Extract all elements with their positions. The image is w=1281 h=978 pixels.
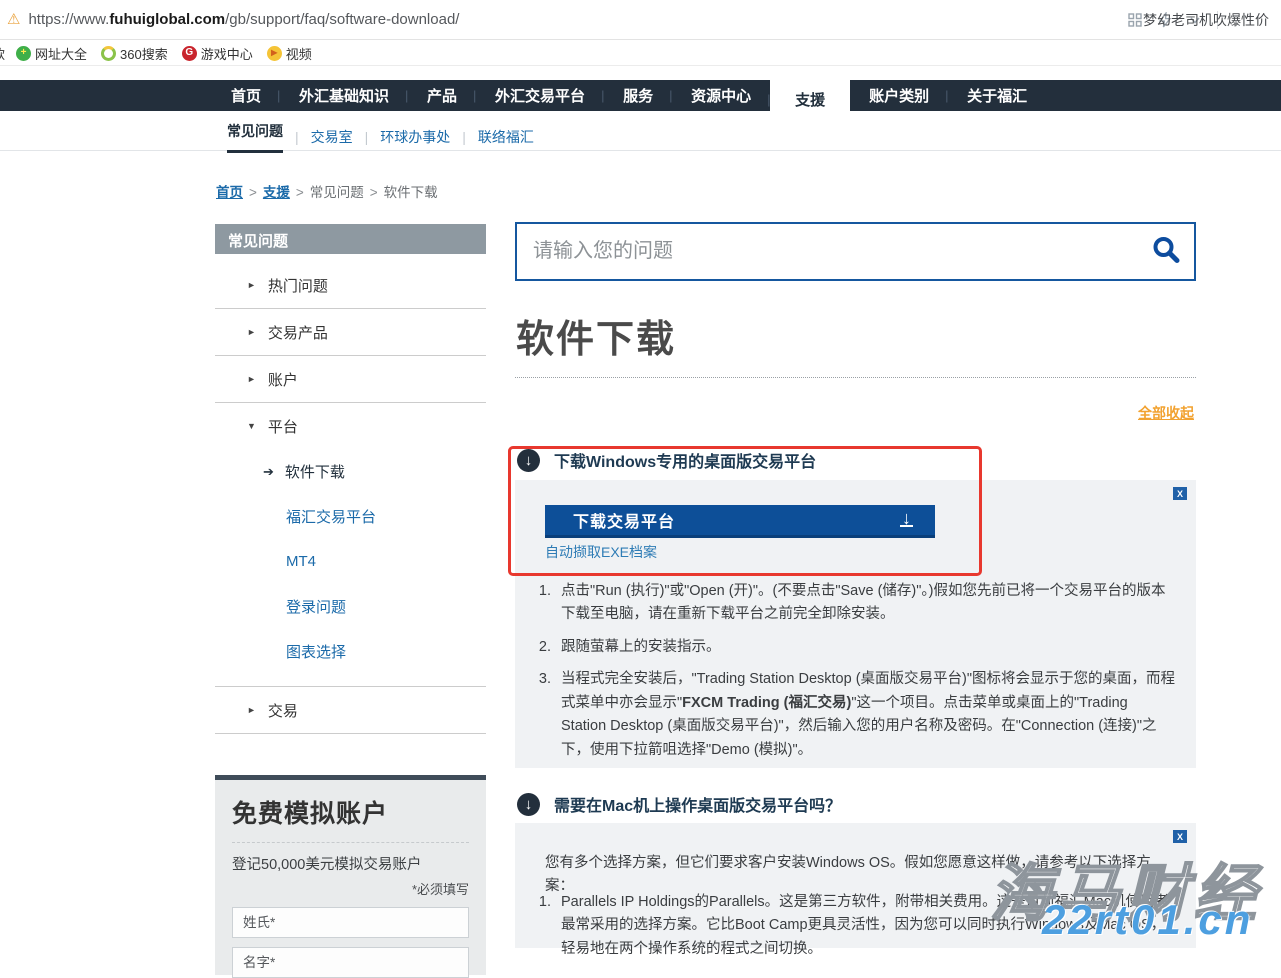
chevron-down-icon: ▼ xyxy=(247,421,256,431)
bookmark-video[interactable]: ▶ 视频 xyxy=(267,44,312,63)
subnav-trading-room[interactable]: 交易室 xyxy=(311,127,353,147)
chevron-right-icon: ► xyxy=(247,327,256,337)
mac-options-list: Parallels IP Holdings的Parallels。这是第三方软件，… xyxy=(555,891,1175,970)
bookmark-wangzhi[interactable]: + 网址大全 xyxy=(16,44,87,63)
sidebar-item-trading[interactable]: ► 交易 xyxy=(215,687,486,733)
exe-download-link[interactable]: 自动撷取EXE档案 xyxy=(545,542,657,562)
nav-item-resources[interactable]: 资源中心 xyxy=(672,80,770,111)
green-plus-icon: + xyxy=(16,46,31,61)
breadcrumb-faq: 常见问题 xyxy=(310,185,364,200)
sidebar-divider xyxy=(215,733,486,734)
search-icon xyxy=(1151,235,1181,268)
subnav-faq[interactable]: 常见问题 xyxy=(227,121,283,153)
game-center-icon: G xyxy=(182,46,197,61)
list-item: 当程式完全安装后，"Trading Station Desktop (桌面版交易… xyxy=(555,668,1175,762)
question-search-box xyxy=(515,222,1196,281)
breadcrumb-home[interactable]: 首页 xyxy=(216,185,243,200)
sidebar-item-trading-products[interactable]: ► 交易产品 xyxy=(215,309,486,355)
nav-item-forex-basics[interactable]: 外汇基础知识 xyxy=(280,80,408,111)
subnav-global-offices[interactable]: 环球办事处 xyxy=(380,127,450,147)
install-steps-list: 点击"Run (执行)"或"Open (开)"。(不要点击"Save (储存)"… xyxy=(555,580,1175,771)
chevron-right-icon: ► xyxy=(247,374,256,384)
nav-item-support-active[interactable]: 支援 xyxy=(770,80,850,118)
nav-item-about[interactable]: 关于福汇 xyxy=(948,80,1046,111)
url-text[interactable]: https://www.fuhuiglobal.com/gb/support/f… xyxy=(28,11,459,28)
video-icon: ▶ xyxy=(267,46,282,61)
chevron-right-icon: ► xyxy=(247,705,256,715)
demo-form-subtitle: 登记50,000美元模拟交易账户 xyxy=(232,853,469,874)
main-navigation: 首页 外汇基础知识 产品 外汇交易平台 服务 资源中心 支援 账户类别 关于福汇 xyxy=(0,80,1281,111)
nav-item-home[interactable]: 首页 xyxy=(212,80,280,111)
sidebar-item-hot-questions[interactable]: ► 热门问题 xyxy=(215,262,486,308)
list-item: Parallels IP Holdings的Parallels。这是第三方软件，… xyxy=(555,891,1175,961)
clipped-bookmark-label[interactable]: 款 xyxy=(0,44,8,63)
broken-image-icon[interactable]: X xyxy=(1173,487,1187,500)
faq1-title: 下载Windows专用的桌面版交易平台 xyxy=(554,448,816,472)
sidebar-child-chart-selection[interactable]: 图表选择 xyxy=(215,629,486,674)
download-icon: ↓ xyxy=(902,508,911,529)
faq2-header[interactable]: ↓ 需要在Mac机上操作桌面版交易平台吗？ xyxy=(515,792,1196,816)
sidebar-item-account[interactable]: ► 账户 xyxy=(215,356,486,402)
faq1-panel: X 下载交易平台 ↓ 自动撷取EXE档案 点击"Run (执行)"或"Open … xyxy=(515,480,1196,768)
sidebar-header: 常见问题 xyxy=(215,224,486,254)
faq2-panel: X 您有多个选择方案，但它们要求客户安装Windows OS。假如您愿意这样做，… xyxy=(515,823,1196,948)
circle-down-arrow-icon: ↓ xyxy=(517,793,540,816)
breadcrumb-support[interactable]: 支援 xyxy=(263,185,290,200)
main-content: 软件下载 全部收起 ↓ 下载Windows专用的桌面版交易平台 X 下载交易平台… xyxy=(515,0,1196,948)
circle-down-arrow-icon: ↓ xyxy=(517,449,540,472)
nav-item-account-types[interactable]: 账户类别 xyxy=(850,80,948,111)
broken-image-icon[interactable]: X xyxy=(1173,830,1187,843)
arrow-right-icon: ➔ xyxy=(263,464,274,480)
nav-item-services[interactable]: 服务 xyxy=(604,80,672,111)
first-name-field[interactable] xyxy=(232,947,469,978)
sidebar-item-platform-expanded[interactable]: ▼ 平台 xyxy=(215,403,486,449)
nav-item-trading-platforms[interactable]: 外汇交易平台 xyxy=(476,80,604,111)
list-item: 点击"Run (执行)"或"Open (开)"。(不要点击"Save (储存)"… xyxy=(555,580,1175,627)
faq-sidebar: 常见问题 ► 热门问题 ► 交易产品 ► 账户 ▼ 平台 ➔ 软件下载 福汇交易… xyxy=(215,224,486,734)
collapse-all-link[interactable]: 全部收起 xyxy=(1138,403,1194,423)
subnav-divider: | xyxy=(462,129,466,145)
demo-form-title: 免费模拟账户 xyxy=(232,794,469,830)
subnav-divider: | xyxy=(365,129,369,145)
download-platform-button[interactable]: 下载交易平台 ↓ xyxy=(545,505,935,538)
chevron-right-icon: ► xyxy=(247,280,256,290)
last-name-field[interactable] xyxy=(232,907,469,938)
sidebar-child-software-download-active[interactable]: ➔ 软件下载 xyxy=(215,449,486,494)
360-ring-icon xyxy=(101,46,116,61)
sidebar-child-login-issues[interactable]: 登录问题 xyxy=(215,584,486,629)
required-note: *必须填写 xyxy=(232,879,469,898)
bookmark-360search[interactable]: 360搜索 xyxy=(101,44,168,63)
search-input[interactable] xyxy=(517,224,1138,279)
dashed-divider xyxy=(232,842,469,843)
bookmark-game-center[interactable]: G 游戏中心 xyxy=(182,44,253,63)
list-item: 跟随萤幕上的安装指示。 xyxy=(555,636,1175,659)
page-title: 软件下载 xyxy=(516,308,676,363)
faq1-header[interactable]: ↓ 下载Windows专用的桌面版交易平台 xyxy=(515,448,1196,472)
nav-item-products[interactable]: 产品 xyxy=(408,80,476,111)
sidebar-child-mt4[interactable]: MT4 xyxy=(215,539,486,584)
subnav-divider: | xyxy=(295,129,299,145)
breadcrumb-current: 软件下载 xyxy=(384,185,438,200)
search-button[interactable] xyxy=(1138,224,1194,279)
free-demo-account-panel: 免费模拟账户 登记50,000美元模拟交易账户 *必须填写 xyxy=(215,775,486,975)
sidebar-child-fxcm-platform[interactable]: 福汇交易平台 xyxy=(215,494,486,539)
faq2-title: 需要在Mac机上操作桌面版交易平台吗？ xyxy=(554,792,841,816)
ssl-warning-icon: ⚠ xyxy=(7,12,20,27)
dotted-divider xyxy=(515,377,1196,378)
breadcrumb: 首页>支援>常见问题>软件下载 xyxy=(216,181,438,201)
